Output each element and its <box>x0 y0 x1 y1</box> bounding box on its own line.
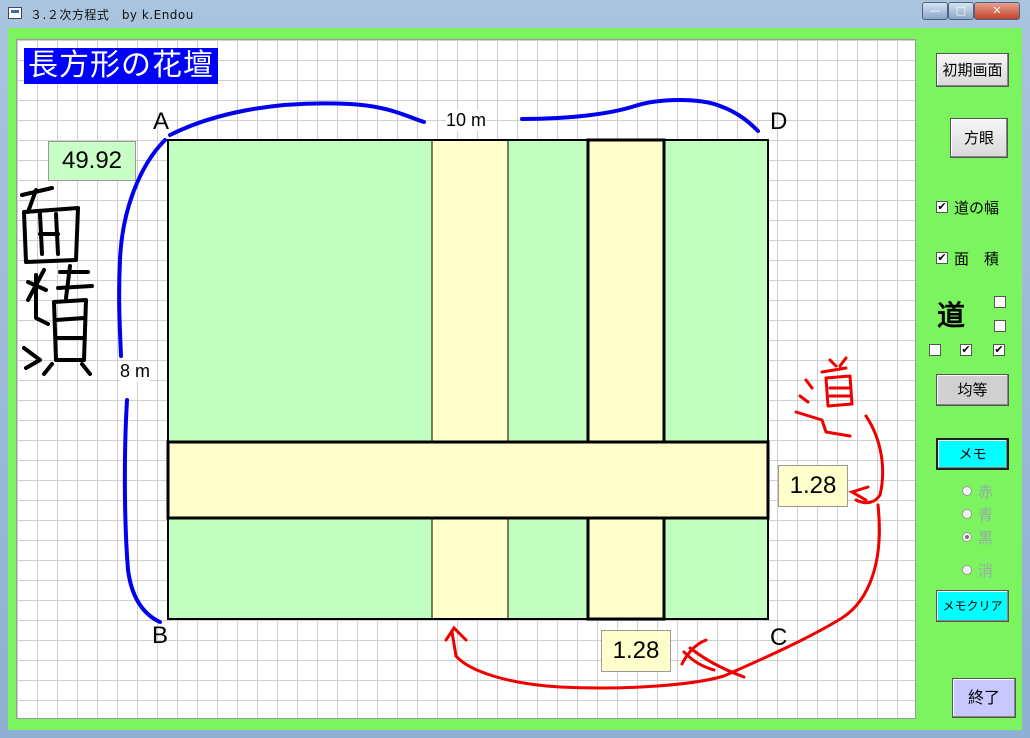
road-width-right-box: 1.28 <box>778 465 848 507</box>
memo-stroke-black-handwriting <box>20 186 94 376</box>
road-width-bottom-box: 1.28 <box>601 630 671 672</box>
quit-button[interactable]: 終了 <box>952 678 1016 718</box>
road-width-checkbox-label: 道の幅 <box>954 199 1000 217</box>
memo-stroke-red-handwriting <box>794 356 854 438</box>
area-value-box: 49.92 <box>48 141 136 181</box>
memo-stroke-red-arrow-right <box>848 414 885 505</box>
road-checkbox-4[interactable]: ✔ <box>960 344 972 356</box>
color-radio-blue[interactable] <box>962 509 972 519</box>
color-radio-blue-label: 青 <box>978 506 994 524</box>
road-section-label: 道 <box>937 299 966 332</box>
corner-label-b: B <box>152 622 169 649</box>
memo-clear-button[interactable]: メモクリア <box>936 590 1009 622</box>
grid-toggle-button[interactable]: 方眼 <box>950 118 1008 158</box>
road-checkbox-5[interactable]: ✔ <box>993 344 1005 356</box>
color-radio-red[interactable] <box>962 486 972 496</box>
page-title: 長方形の花壇 <box>24 48 218 84</box>
memo-stroke-blue-top-right <box>520 98 760 133</box>
road-intersection-1 <box>433 444 507 516</box>
area-checkbox-label: 面 積 <box>954 250 1000 268</box>
height-dimension-label: 8 m <box>120 361 151 382</box>
vertical-road-1 <box>431 139 509 620</box>
corner-label-a: A <box>153 108 170 135</box>
corner-label-c: C <box>770 624 788 651</box>
width-dimension-label: 10 m <box>446 110 487 131</box>
vertical-road-2 <box>586 138 666 621</box>
color-radio-erase-label: 消 <box>978 562 994 580</box>
color-radio-black[interactable] <box>962 532 972 542</box>
color-radio-black-label: 黒 <box>978 529 994 547</box>
init-screen-button[interactable]: 初期画面 <box>936 53 1009 87</box>
memo-stroke-blue-bottom-left <box>122 398 162 624</box>
road-intersection-2 <box>590 444 662 516</box>
road-width-checkbox[interactable]: ✔ <box>936 201 948 213</box>
color-radio-red-label: 赤 <box>978 483 994 501</box>
road-checkbox-3[interactable] <box>929 344 941 356</box>
memo-button[interactable]: メモ <box>936 438 1009 470</box>
app-window: ３.２次方程式 by k.Endou — □ ✕ 長方形の花壇 A B C D … <box>0 0 1030 738</box>
road-checkbox-2[interactable] <box>994 320 1006 332</box>
memo-stroke-blue-top <box>168 101 426 137</box>
road-checkbox-1[interactable] <box>994 296 1006 308</box>
corner-label-d: D <box>770 108 788 135</box>
area-checkbox[interactable]: ✔ <box>936 252 948 264</box>
even-spacing-button[interactable]: 均等 <box>936 374 1009 406</box>
color-radio-erase[interactable] <box>962 565 972 575</box>
